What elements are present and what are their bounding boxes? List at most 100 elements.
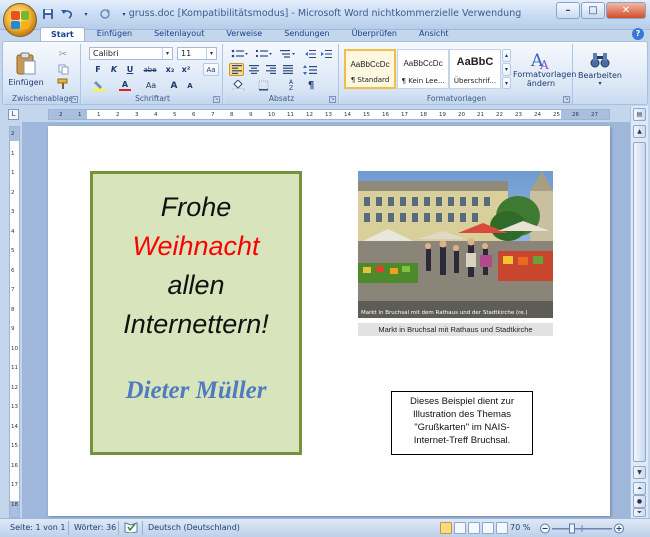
- cut-button[interactable]: ✂: [53, 47, 73, 61]
- align-center-button[interactable]: [246, 63, 261, 76]
- clipboard-launcher[interactable]: ↘: [71, 96, 78, 103]
- highlight-button[interactable]: [91, 79, 111, 92]
- paste-button[interactable]: Einfügen: [8, 46, 44, 92]
- show-formatting-button[interactable]: ¶: [303, 79, 319, 92]
- style-ueberschrift[interactable]: AaBbC Überschrif...: [449, 49, 501, 89]
- format-painter-button[interactable]: [53, 77, 73, 91]
- ruler-tick-label: 15: [363, 112, 370, 118]
- tab-ueberpruefen[interactable]: Überprüfen: [342, 27, 407, 41]
- align-left-icon: [231, 65, 242, 74]
- help-button[interactable]: ?: [632, 28, 644, 40]
- tab-seitenlayout[interactable]: Seitenlayout: [144, 27, 214, 41]
- draft-view-button[interactable]: [496, 522, 508, 534]
- greeting-line-4: Internettern!: [123, 309, 269, 339]
- style-kein-leerraum[interactable]: AaBbCcDc ¶ Kein Lee...: [397, 49, 449, 89]
- font-color-letter: A: [121, 79, 129, 89]
- horizontal-ruler[interactable]: 2 1 1 2 3 4 5 6 7 8 9 10 11 12 13 14 15 16 17 18 19 20 21 22 23 2…: [48, 109, 610, 120]
- font-name-combo[interactable]: Calibri ▾: [89, 47, 173, 60]
- styles-scroll-up[interactable]: ▴: [502, 49, 511, 62]
- tab-selector[interactable]: L: [8, 109, 19, 120]
- scroll-thumb[interactable]: [633, 142, 646, 462]
- close-button[interactable]: ✕: [606, 2, 646, 19]
- decrease-indent-button[interactable]: [303, 47, 317, 60]
- greeting-line-2: Weihnacht: [132, 231, 260, 261]
- zoom-slider[interactable]: [540, 523, 624, 534]
- font-color-button[interactable]: A: [115, 79, 135, 92]
- italic-button[interactable]: K: [107, 63, 121, 76]
- sort-button[interactable]: AZ: [283, 79, 299, 92]
- tab-ansicht[interactable]: Ansicht: [409, 27, 459, 41]
- zoom-level[interactable]: 70 %: [510, 523, 530, 532]
- ruler-tick-label: 16: [11, 462, 18, 469]
- increase-indent-button[interactable]: [319, 47, 333, 60]
- ruler-tick-label: 2: [11, 131, 15, 137]
- clipboard-icon: [16, 52, 36, 74]
- style-standard[interactable]: AaBbCcDc ¶ Standard: [344, 49, 396, 89]
- subscript-button[interactable]: x₂: [163, 63, 177, 76]
- change-case-button[interactable]: Aa: [141, 79, 161, 92]
- ruler-toggle-button[interactable]: ▤: [633, 108, 646, 121]
- paragraph-launcher[interactable]: ↘: [329, 96, 336, 103]
- document-page[interactable]: Frohe Weihnacht allen Internettern! Diet…: [48, 126, 610, 516]
- office-button[interactable]: [3, 3, 37, 37]
- ruler-tick-label: 12: [306, 112, 313, 118]
- page-count[interactable]: Seite: 1 von 1: [10, 523, 65, 532]
- maximize-button[interactable]: □: [581, 2, 605, 19]
- vertical-scrollbar[interactable]: ▤ ▲ ▼ ⏶ ● ⏷: [630, 106, 648, 518]
- group-paragraph: AZ ¶ Absatz ↘: [225, 44, 339, 104]
- tab-sendungen[interactable]: Sendungen: [274, 27, 339, 41]
- next-page-button[interactable]: ⏷: [633, 508, 646, 517]
- styles-more[interactable]: ▾: [502, 77, 511, 89]
- ruler-tick-label: 4: [11, 228, 15, 235]
- print-layout-view-button[interactable]: [440, 522, 452, 534]
- chevron-down-icon: ▼: [637, 469, 642, 476]
- font-size-combo[interactable]: 11 ▾: [177, 47, 217, 60]
- styles-scroll-down[interactable]: ▾: [502, 63, 511, 76]
- copy-button[interactable]: [53, 62, 73, 76]
- change-styles-button[interactable]: AA Formatvorlagen ändern: [513, 46, 576, 92]
- shading-button[interactable]: [229, 79, 251, 92]
- styles-launcher[interactable]: ↘: [563, 96, 570, 103]
- web-layout-view-button[interactable]: [468, 522, 480, 534]
- bullets-button[interactable]: [229, 47, 251, 60]
- line-spacing-button[interactable]: [301, 63, 323, 76]
- market-photo[interactable]: Markt in Bruchsal mit dem Rathaus und de…: [358, 171, 553, 318]
- underline-button[interactable]: U: [123, 63, 137, 76]
- bold-button[interactable]: F: [91, 63, 105, 76]
- ruler-tick-label: 9: [249, 112, 253, 118]
- superscript-button[interactable]: x²: [179, 63, 193, 76]
- strikethrough-button[interactable]: abe: [141, 63, 159, 76]
- tab-einfuegen[interactable]: Einfügen: [87, 27, 142, 41]
- font-launcher[interactable]: ↘: [213, 96, 220, 103]
- editing-button[interactable]: Bearbeiten ▾: [577, 46, 623, 92]
- note-textbox[interactable]: Dieses Beispiel dient zur Illustration d…: [391, 391, 533, 455]
- ribbon-tabs: Start Einfügen Seitenlayout Verweise Sen…: [40, 27, 459, 41]
- scroll-up-button[interactable]: ▲: [633, 125, 646, 138]
- language-indicator[interactable]: Deutsch (Deutschland): [148, 523, 240, 532]
- greeting-textbox[interactable]: Frohe Weihnacht allen Internettern! Diet…: [90, 171, 302, 455]
- group-font: Calibri ▾ 11 ▾ F K U abe x₂ x² Aa A Aa A…: [83, 44, 223, 104]
- ruler-tick-label: 8: [11, 306, 15, 313]
- grow-font-button[interactable]: A: [167, 79, 181, 92]
- ruler-tick-label: 2: [116, 112, 120, 118]
- justify-button[interactable]: [280, 63, 295, 76]
- proofing-button[interactable]: [124, 521, 138, 535]
- paste-label: Einfügen: [8, 77, 44, 87]
- clear-formatting-button[interactable]: Aa: [203, 63, 219, 76]
- full-screen-view-button[interactable]: [454, 522, 466, 534]
- multilevel-list-button[interactable]: [277, 47, 299, 60]
- align-left-button[interactable]: [229, 63, 244, 76]
- scroll-down-button[interactable]: ▼: [633, 466, 646, 479]
- vertical-ruler[interactable]: 2 1 1 2 3 4 5 6 7 8 9 10 11 12 13 14 15 16 17 18: [9, 126, 20, 518]
- word-count[interactable]: Wörter: 36: [74, 523, 116, 532]
- align-right-button[interactable]: [263, 63, 278, 76]
- outline-view-button[interactable]: [482, 522, 494, 534]
- tab-start[interactable]: Start: [40, 27, 85, 41]
- tab-verweise[interactable]: Verweise: [216, 27, 272, 41]
- previous-page-button[interactable]: ⏶: [633, 482, 646, 495]
- minimize-button[interactable]: –: [556, 2, 580, 19]
- shrink-font-button[interactable]: A: [183, 79, 197, 92]
- browse-object-button[interactable]: ●: [633, 495, 646, 508]
- borders-button[interactable]: [255, 79, 277, 92]
- numbering-button[interactable]: [253, 47, 275, 60]
